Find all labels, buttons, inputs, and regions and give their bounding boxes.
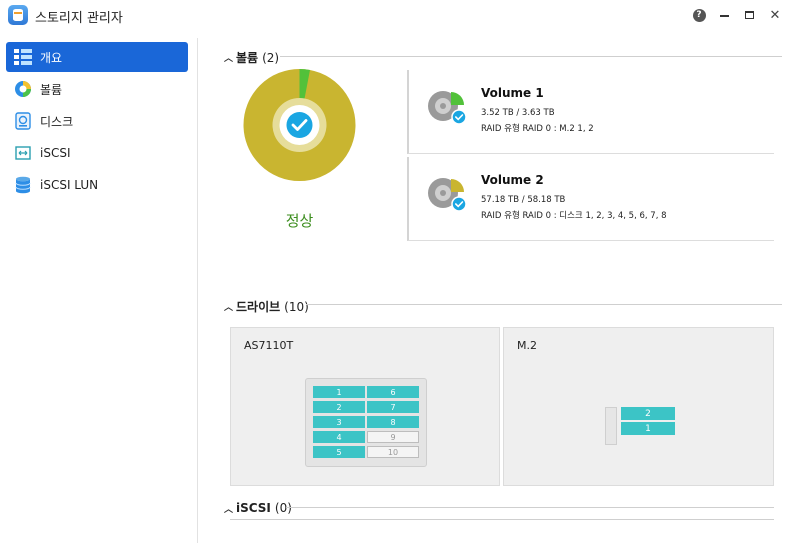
section-divider bbox=[280, 56, 782, 57]
drives-section-header[interactable]: ︿ 드라이브 (10) bbox=[224, 298, 309, 315]
drive-bay[interactable]: 3 bbox=[313, 416, 365, 428]
drive-bay[interactable]: 2 bbox=[313, 401, 365, 413]
iscsi-icon bbox=[14, 144, 32, 162]
section-count: (0) bbox=[274, 501, 292, 515]
drive-bay[interactable]: 1 bbox=[313, 386, 365, 398]
check-icon bbox=[286, 112, 313, 138]
help-icon: ? bbox=[692, 8, 706, 22]
volume-size: 3.52 TB / 3.63 TB bbox=[481, 108, 555, 118]
volume-name: Volume 2 bbox=[481, 173, 544, 187]
sidebar-item-disk[interactable]: 디스크 bbox=[6, 106, 188, 136]
volume-disk-icon bbox=[428, 91, 467, 125]
close-button[interactable]: ✕ bbox=[766, 6, 784, 24]
section-title: iSCSI bbox=[236, 501, 271, 515]
sidebar-item-volume[interactable]: 볼륨 bbox=[6, 74, 188, 104]
sidebar-item-label: iSCSI bbox=[40, 146, 71, 160]
help-button[interactable]: ? bbox=[690, 6, 708, 24]
drive-bay-frame: 1 2 3 4 5 6 7 8 9 10 bbox=[305, 378, 427, 467]
m2-slot[interactable]: 1 bbox=[621, 422, 675, 435]
iscsi-section-header[interactable]: ︿ iSCSI (0) bbox=[224, 501, 292, 515]
sidebar-item-iscsi-lun[interactable]: iSCSI LUN bbox=[6, 170, 188, 200]
sidebar-item-label: 디스크 bbox=[40, 114, 74, 129]
sidebar-item-label: 볼륨 bbox=[40, 82, 63, 97]
enclosure-card[interactable]: M.2 2 1 bbox=[503, 327, 774, 486]
sidebar-item-label: iSCSI LUN bbox=[40, 178, 99, 192]
maximize-button[interactable] bbox=[740, 6, 758, 24]
drive-bay-empty[interactable]: 10 bbox=[367, 446, 419, 458]
section-title: 드라이브 bbox=[236, 300, 281, 314]
drive-bay[interactable]: 6 bbox=[367, 386, 419, 398]
m2-slot-frame: 2 1 bbox=[605, 404, 677, 448]
section-count: (2) bbox=[262, 50, 280, 65]
sidebar-item-overview[interactable]: 개요 bbox=[6, 42, 188, 72]
storage-manager-app-icon bbox=[8, 5, 28, 25]
volume-raid-info: RAID 유형 RAID 0 : M.2 1, 2 bbox=[481, 124, 594, 134]
m2-slot[interactable]: 2 bbox=[621, 407, 675, 420]
section-divider bbox=[230, 519, 774, 520]
drive-bay[interactable]: 8 bbox=[367, 416, 419, 428]
close-icon: ✕ bbox=[769, 7, 781, 23]
m2-bracket bbox=[605, 407, 617, 445]
drive-bay[interactable]: 5 bbox=[313, 446, 365, 458]
chevron-up-icon: ︿ bbox=[224, 303, 234, 313]
drive-bay-empty[interactable]: 9 bbox=[367, 431, 419, 443]
volume-status-text: 정상 bbox=[285, 212, 314, 230]
volume-disk-icon bbox=[428, 178, 467, 212]
section-title: 볼륨 bbox=[236, 51, 259, 65]
volumes-section-header[interactable]: ︿ 볼륨 (2) bbox=[224, 49, 279, 66]
title-bar: 스토리지 관리자 ? ✕ bbox=[0, 0, 800, 30]
volume-size: 57.18 TB / 58.18 TB bbox=[481, 195, 566, 205]
sidebar-item-iscsi[interactable]: iSCSI bbox=[6, 138, 188, 168]
volume-name: Volume 1 bbox=[481, 86, 544, 100]
iscsi-lun-icon bbox=[14, 176, 32, 194]
drive-bay[interactable]: 7 bbox=[367, 401, 419, 413]
sidebar-item-label: 개요 bbox=[40, 50, 63, 65]
disk-icon bbox=[14, 112, 32, 130]
chevron-up-icon: ︿ bbox=[224, 54, 234, 64]
window-title: 스토리지 관리자 bbox=[35, 11, 123, 26]
volume-usage-donut bbox=[243, 67, 356, 183]
enclosure-name: M.2 bbox=[517, 339, 537, 352]
section-divider bbox=[306, 304, 782, 305]
sidebar: 개요 볼륨 디스크 iSCSI iSCSI LUN bbox=[0, 38, 198, 543]
enclosure-name: AS7110T bbox=[244, 339, 294, 352]
drive-bay[interactable]: 4 bbox=[313, 431, 365, 443]
section-divider bbox=[286, 507, 774, 508]
volume-card[interactable]: Volume 2 57.18 TB / 58.18 TB RAID 유형 RAI… bbox=[407, 157, 774, 241]
volume-raid-info: RAID 유형 RAID 0 : 디스크 1, 2, 3, 4, 5, 6, 7… bbox=[481, 211, 667, 221]
overview-icon bbox=[14, 48, 32, 66]
minimize-button[interactable] bbox=[715, 6, 733, 24]
maximize-icon bbox=[744, 11, 754, 19]
chevron-up-icon: ︿ bbox=[224, 504, 234, 515]
enclosure-card[interactable]: AS7110T 1 2 3 4 5 6 7 8 9 10 bbox=[230, 327, 500, 486]
volume-icon bbox=[14, 80, 32, 98]
section-count: (10) bbox=[284, 299, 309, 314]
storage-manager-window: 스토리지 관리자 ? ✕ 개요 볼륨 디스크 iSCSI iSCSI LUN ︿… bbox=[0, 0, 800, 543]
volume-card[interactable]: Volume 1 3.52 TB / 3.63 TB RAID 유형 RAID … bbox=[407, 70, 774, 154]
minimize-icon bbox=[719, 15, 729, 17]
